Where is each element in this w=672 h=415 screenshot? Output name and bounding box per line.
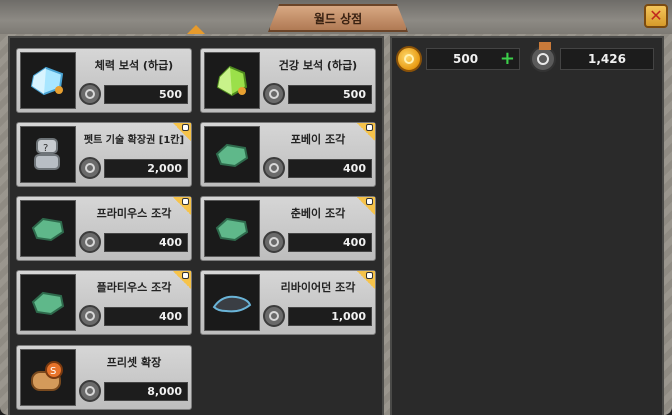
medal-currency-icon xyxy=(79,157,101,179)
shop-item[interactable]: S 프리셋 확장 8,000 xyxy=(16,345,192,410)
price-row: 500 xyxy=(79,83,189,105)
price-row: 500 xyxy=(263,83,373,105)
close-button[interactable]: ✕ xyxy=(644,4,668,28)
medal-amount-box: 1,426 xyxy=(560,48,654,70)
item-price: 1,000 xyxy=(288,307,372,326)
shop-item[interactable]: 체력 보석 (하급) 500 xyxy=(16,48,192,113)
shop-item[interactable]: 춘베이 조각 400 xyxy=(200,196,376,261)
green-fragment-icon xyxy=(20,200,76,257)
medal-currency-icon xyxy=(79,380,101,402)
lock-icon xyxy=(182,272,189,279)
item-price: 400 xyxy=(288,233,372,252)
blue-gem-icon xyxy=(20,52,76,109)
close-icon: ✕ xyxy=(649,6,663,25)
medal-currency-icon xyxy=(530,42,556,72)
title-tab: 월드 상점 xyxy=(268,4,408,32)
gold-amount: 500 xyxy=(453,52,479,66)
gold-coin-icon xyxy=(396,46,422,72)
preset-scroll-icon: S xyxy=(20,349,76,406)
medal-currency-icon xyxy=(79,305,101,327)
item-price: 8,000 xyxy=(104,382,188,401)
svg-text:?: ? xyxy=(43,143,48,154)
item-name: 체력 보석 (하급) xyxy=(94,59,174,72)
item-price: 400 xyxy=(104,233,188,252)
green-fragment-icon xyxy=(204,200,260,257)
price-row: 8,000 xyxy=(79,380,189,402)
item-name: 프라미우스 조각 xyxy=(96,207,172,220)
shop-item[interactable]: 플라티우스 조각 400 xyxy=(16,270,192,335)
add-gold-button[interactable]: + xyxy=(500,49,515,69)
item-name: 포베이 조각 xyxy=(290,133,346,146)
gold-wallet: 500 + xyxy=(396,46,522,72)
shop-item[interactable]: 건강 보석 (하급) 500 xyxy=(200,48,376,113)
gold-amount-box: 500 + xyxy=(426,48,520,70)
item-name: 프리셋 확장 xyxy=(106,356,162,369)
item-price: 500 xyxy=(288,85,372,104)
medal-currency-icon xyxy=(263,157,285,179)
dark-fragment-icon xyxy=(204,274,260,331)
medal-currency-icon xyxy=(79,231,101,253)
item-name: 펫트 기술 확장권 [1칸] xyxy=(83,135,185,146)
price-row: 400 xyxy=(79,305,189,327)
price-row: 400 xyxy=(263,231,373,253)
shop-item[interactable]: 포베이 조각 400 xyxy=(200,122,376,187)
price-row: 2,000 xyxy=(79,157,189,179)
item-name: 리바이어던 조각 xyxy=(280,281,356,294)
item-price: 400 xyxy=(288,159,372,178)
medal-currency-icon xyxy=(79,83,101,105)
scroll-up-arrow-icon[interactable] xyxy=(187,25,205,34)
price-row: 400 xyxy=(79,231,189,253)
item-price: 500 xyxy=(104,85,188,104)
lock-icon xyxy=(366,124,373,131)
shop-item[interactable]: 프라미우스 조각 400 xyxy=(16,196,192,261)
price-row: 400 xyxy=(263,157,373,179)
lock-icon xyxy=(182,198,189,205)
window-title: 월드 상점 xyxy=(313,11,363,26)
medal-currency-icon xyxy=(263,305,285,327)
lock-icon xyxy=(182,124,189,131)
medal-wallet: 1,426 xyxy=(530,42,654,72)
shop-item[interactable]: ? 펫트 기술 확장권 [1칸] 2,000 xyxy=(16,122,192,187)
medal-currency-icon xyxy=(263,83,285,105)
item-price: 400 xyxy=(104,307,188,326)
shop-item[interactable]: 리바이어던 조각 1,000 xyxy=(200,270,376,335)
lock-icon xyxy=(366,198,373,205)
medal-currency-icon xyxy=(263,231,285,253)
item-name: 춘베이 조각 xyxy=(290,207,346,220)
item-name: 플라티우스 조각 xyxy=(96,281,172,294)
price-row: 1,000 xyxy=(263,305,373,327)
svg-text:S: S xyxy=(50,366,56,377)
item-price: 2,000 xyxy=(104,159,188,178)
green-fragment-icon xyxy=(20,274,76,331)
lock-icon xyxy=(366,272,373,279)
item-list-panel: 체력 보석 (하급) 500 건강 보석 (하급) 500 ? 펫트 기술 확장… xyxy=(8,36,384,415)
skill-scroll-icon: ? xyxy=(20,126,76,183)
medal-amount: 1,426 xyxy=(588,52,626,66)
item-name: 건강 보석 (하급) xyxy=(278,59,358,72)
green-gem-icon xyxy=(204,52,260,109)
detail-panel xyxy=(390,36,664,415)
green-fragment-icon xyxy=(204,126,260,183)
